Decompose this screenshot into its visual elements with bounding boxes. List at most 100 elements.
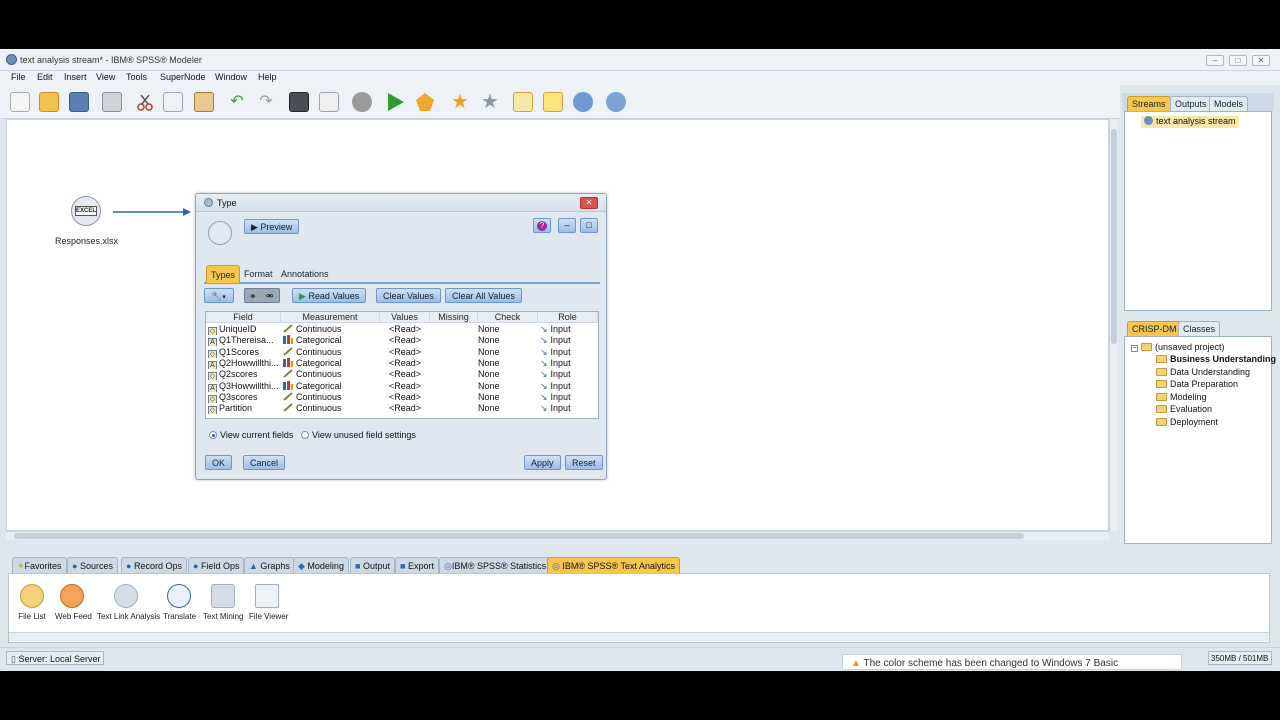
cell-measurement[interactable]: Continuous	[283, 403, 380, 414]
table-row[interactable]: ◇ Q1Scores Continuous <Read> None ↘ Input	[206, 347, 598, 358]
column-header-values[interactable]: Values	[380, 312, 430, 323]
menu-help[interactable]: Help	[258, 72, 277, 82]
cell-missing[interactable]	[430, 369, 478, 380]
help-icon[interactable]: ?	[533, 218, 551, 233]
stop-icon[interactable]	[352, 92, 372, 112]
read-values-button[interactable]: ▶ Read Values	[292, 288, 367, 303]
table-row[interactable]: ◇ Partition Continuous <Read> None ↘ Input	[206, 403, 598, 415]
node-file-viewer[interactable]: File Viewer	[249, 584, 288, 621]
palette-tab-modeling[interactable]: ◆ Modeling	[293, 557, 349, 573]
node-translate[interactable]: Translate	[163, 584, 196, 621]
cell-check[interactable]: None	[478, 392, 516, 403]
run-selection-icon[interactable]	[415, 92, 435, 112]
tab-classes[interactable]: Classes	[1178, 321, 1221, 336]
print-icon[interactable]	[102, 92, 122, 112]
cell-check[interactable]: None	[478, 369, 516, 380]
cell-values[interactable]: <Read>	[380, 369, 430, 380]
zoom-icon[interactable]	[573, 92, 593, 112]
node-text-mining[interactable]: Text Mining	[203, 584, 243, 621]
view-current-fields-radio[interactable]: View current fields	[209, 430, 293, 440]
find-icon[interactable]	[289, 92, 309, 112]
menu-edit[interactable]: Edit	[37, 72, 53, 82]
cell-check[interactable]: None	[478, 381, 516, 392]
cell-role[interactable]: ↘ Input	[540, 403, 598, 414]
project-item[interactable]: Data Preparation	[1156, 379, 1238, 391]
menu-window[interactable]: Window	[215, 72, 247, 82]
cell-measurement[interactable]: Categorical	[283, 335, 380, 346]
cell-check[interactable]: None	[478, 358, 516, 369]
cell-role[interactable]: ↘ Input	[540, 335, 598, 346]
run-icon[interactable]	[385, 92, 405, 112]
star-icon[interactable]: ★	[450, 92, 470, 112]
cell-measurement[interactable]: Continuous	[283, 347, 380, 358]
cell-check[interactable]: None	[478, 347, 516, 358]
dialog-close-button[interactable]: ✕	[580, 197, 598, 209]
canvas-vertical-scrollbar[interactable]	[1109, 119, 1118, 531]
tools-dropdown-button[interactable]: 🔧▾	[204, 288, 234, 303]
table-row[interactable]: A Q2Howwillthi... Categorical <Read> None ↘ In…	[206, 357, 598, 369]
column-header-role[interactable]: Role	[538, 312, 598, 323]
column-header-measurement[interactable]: Measurement	[281, 312, 380, 323]
palette-tab-favorites[interactable]: ✦Favorites	[12, 557, 67, 573]
cell-role[interactable]: ↘ Input	[540, 369, 598, 380]
tab-outputs[interactable]: Outputs	[1170, 96, 1212, 111]
tab-crisp-dm[interactable]: CRISP-DM	[1127, 321, 1182, 336]
cell-values[interactable]: <Read>	[380, 335, 430, 346]
cell-check[interactable]: None	[478, 335, 516, 346]
maximize-button[interactable]: □	[1229, 55, 1247, 66]
cell-values[interactable]: <Read>	[380, 381, 430, 392]
unlink-icon[interactable]: ⚮	[266, 291, 274, 302]
preview-icon[interactable]	[606, 92, 626, 112]
project-item[interactable]: Business Understanding	[1156, 354, 1276, 366]
project-root[interactable]: − (unsaved project)	[1131, 342, 1225, 354]
apply-button[interactable]: Apply	[524, 455, 561, 470]
new-stream-icon[interactable]	[10, 92, 30, 112]
cell-missing[interactable]	[430, 392, 478, 403]
column-header-field[interactable]: Field	[206, 312, 281, 323]
cell-role[interactable]: ↘ Input	[540, 358, 598, 369]
annotation-icon[interactable]	[513, 92, 533, 112]
cell-values[interactable]: <Read>	[380, 403, 430, 414]
node-text-link-analysis[interactable]: Text Link Analysis	[97, 584, 160, 621]
horizontal-scroll-thumb[interactable]	[14, 533, 1024, 539]
palette-tab-record-ops[interactable]: ● Record Ops	[121, 557, 187, 573]
menu-file[interactable]: File	[11, 72, 26, 82]
project-item[interactable]: Evaluation	[1156, 404, 1212, 416]
table-row[interactable]: A Q1Thereisa... Categorical <Read> None ↘ Inpu…	[206, 335, 598, 347]
menu-insert[interactable]: Insert	[64, 72, 87, 82]
menu-view[interactable]: View	[96, 72, 115, 82]
tab-streams[interactable]: Streams	[1127, 96, 1171, 111]
tab-models[interactable]: Models	[1209, 96, 1249, 111]
copy-icon[interactable]	[163, 92, 183, 112]
project-item[interactable]: Data Understanding	[1156, 367, 1250, 379]
cell-missing[interactable]	[430, 358, 478, 369]
menu-tools[interactable]: Tools	[126, 72, 147, 82]
cancel-button[interactable]: Cancel	[243, 455, 286, 470]
cell-measurement[interactable]: Categorical	[283, 357, 380, 369]
cell-measurement[interactable]: Continuous	[283, 324, 380, 335]
palette-tab-spss-statistics[interactable]: ◎IBM® SPSS® Statistics	[439, 557, 552, 573]
redo-icon[interactable]: ↷	[256, 92, 276, 112]
cell-measurement[interactable]: Continuous	[283, 369, 380, 380]
favorite-icon[interactable]: ★	[480, 92, 500, 112]
edit-icon[interactable]	[319, 92, 339, 112]
cell-values[interactable]: <Read>	[380, 358, 430, 369]
save-icon[interactable]	[69, 92, 89, 112]
cell-values[interactable]: <Read>	[380, 324, 430, 335]
table-row[interactable]: ◇ Q3scores Continuous <Read> None ↘ Input	[206, 392, 598, 403]
table-row[interactable]: ◇ Q2scores Continuous <Read> None ↘ Input	[206, 369, 598, 381]
tab-format[interactable]: Format	[240, 265, 277, 283]
close-button[interactable]: ✕	[1252, 55, 1270, 66]
palette-tab-graphs[interactable]: ▲ Graphs	[244, 557, 295, 573]
collapse-icon[interactable]: −	[1131, 345, 1138, 352]
cell-missing[interactable]	[430, 324, 478, 335]
cell-missing[interactable]	[430, 403, 478, 414]
stream-item[interactable]: text analysis stream	[1141, 116, 1239, 128]
clear-all-values-button[interactable]: Clear All Values	[445, 288, 522, 303]
node-file-list[interactable]: File List	[17, 584, 47, 621]
minimize-dialog-icon[interactable]: –	[558, 218, 576, 233]
table-row[interactable]: ◇ UniqueID Continuous <Read> None ↘ Input	[206, 324, 598, 335]
cell-role[interactable]: ↘ Input	[540, 347, 598, 358]
ok-button[interactable]: OK	[205, 455, 233, 470]
link-icon[interactable]: ⚭	[249, 291, 257, 302]
